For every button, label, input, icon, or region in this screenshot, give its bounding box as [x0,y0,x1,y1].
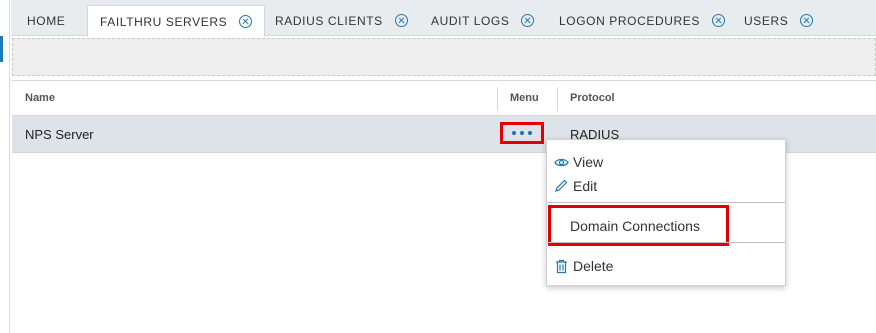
close-icon[interactable] [711,14,725,27]
tab-label: LOGON PROCEDURES [559,13,700,28]
eye-icon [552,153,570,171]
tab-failthru-servers[interactable]: FAILTHRU SERVERS [87,5,266,37]
column-divider [557,87,558,111]
menu-item-label: Delete [573,258,614,274]
grid-header: Name Menu Protocol [12,80,876,116]
menu-item-label: Edit [573,178,598,194]
column-header-name[interactable]: Name [25,81,55,115]
tab-home[interactable]: HOME [27,5,65,36]
tab-logon-procedures[interactable]: LOGON PROCEDURES [559,5,725,36]
row-menu-button[interactable] [500,122,544,144]
cell-name: NPS Server [25,126,94,142]
menu-item-delete[interactable]: Delete [547,254,785,278]
tab-label: RADIUS CLIENTS [275,13,383,28]
tab-label: AUDIT LOGS [431,13,510,28]
pencil-icon [552,177,570,195]
tab-label: USERS [744,13,789,28]
tab-bar: HOME FAILTHRU SERVERS RADIUS CLIENTS AUD… [11,0,876,37]
menu-divider [547,242,785,243]
tab-users[interactable]: USERS [744,5,814,36]
toolbar-area [12,38,876,76]
tab-label: HOME [27,13,66,28]
dot-icon [512,131,516,135]
tab-radius-clients[interactable]: RADIUS CLIENTS [275,5,408,36]
dot-icon [528,131,532,135]
close-icon[interactable] [239,15,253,28]
column-divider [497,87,498,111]
tab-label: FAILTHRU SERVERS [100,14,228,29]
trash-icon [552,257,570,275]
row-context-menu: View Edit Domain Connections Delete [546,139,786,286]
close-icon[interactable] [800,14,814,27]
menu-item-view[interactable]: View [547,150,785,174]
menu-divider [547,202,785,203]
close-icon[interactable] [521,14,535,27]
dot-icon [520,131,524,135]
menu-item-label: View [573,154,604,170]
column-header-menu[interactable]: Menu [510,81,539,115]
annotation-highlight-box [548,205,729,246]
column-header-protocol[interactable]: Protocol [570,81,615,115]
menu-item-edit[interactable]: Edit [547,174,785,198]
close-icon[interactable] [394,14,408,27]
left-accent-bar [0,36,3,62]
tab-audit-logs[interactable]: AUDIT LOGS [431,5,535,36]
